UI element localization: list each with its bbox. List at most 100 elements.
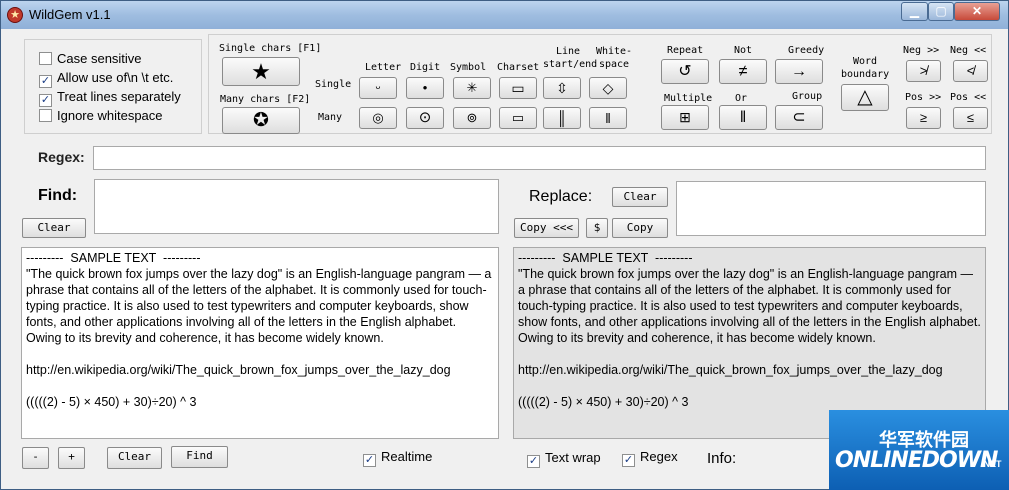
line-start-icon: ⇳ [556, 80, 568, 96]
watermark-en: ONLINEDOWN [835, 448, 998, 473]
line-end-button[interactable]: ║ [543, 107, 581, 129]
single-chars-button[interactable]: ★ [222, 57, 300, 86]
greedy-button[interactable]: → [775, 59, 823, 84]
col-label-charset: Charset [497, 62, 540, 73]
font-larger-button[interactable]: + [58, 447, 85, 469]
whitespaces-icon: ‖ [605, 110, 611, 126]
single-charset-button[interactable]: ▭ [499, 77, 537, 99]
group-button[interactable]: ⊂ [775, 105, 823, 130]
find-input[interactable] [94, 179, 499, 234]
symbol-icon: ✳ [466, 80, 478, 95]
line-end-icon: ║ [557, 110, 567, 126]
regex-input[interactable] [93, 146, 986, 170]
options-panel: Case sensitive ✓ Allow use of\n \t etc. ✓… [24, 39, 202, 134]
col-label-line: Line start/end [543, 46, 598, 70]
not-less-icon: ≮ [966, 63, 975, 78]
word-boundary-button[interactable]: △ [841, 84, 889, 111]
replace-input[interactable] [676, 181, 986, 236]
replace-label: Replace: [529, 188, 593, 205]
find-label: Find: [38, 187, 78, 204]
maximize-button[interactable]: ▢ [928, 2, 954, 21]
many-letter-button[interactable]: ◎ [359, 107, 397, 129]
find-clear-button[interactable]: Clear [22, 218, 86, 238]
textwrap-label: Text wrap [545, 450, 601, 465]
many-digit-button[interactable]: ⊙ [406, 107, 444, 129]
row-label-many: Many [318, 112, 343, 123]
word-boundary-label-2: boundary [841, 69, 890, 80]
replace-clear-button[interactable]: Clear [612, 187, 668, 207]
single-symbol-button[interactable]: ✳ [453, 77, 491, 99]
option-label: Case sensitive [57, 51, 142, 66]
star-icon: ★ [251, 59, 271, 84]
checkbox[interactable]: ✓ [39, 75, 52, 88]
charset-icon: ▭ [511, 80, 525, 96]
sample-text-area[interactable]: --------- SAMPLE TEXT --------- "The qui… [21, 247, 499, 439]
info-label: Info: [707, 450, 737, 467]
digit-icon: • [422, 80, 428, 95]
regex-label: Regex: [38, 149, 85, 165]
whitespace-icon: ◇ [602, 80, 614, 96]
lookbehind-pos-label: Pos << [950, 92, 987, 103]
repeat-button[interactable]: ↺ [661, 59, 709, 84]
font-smaller-button[interactable]: - [22, 447, 49, 469]
col-label-letter: Letter [365, 62, 402, 73]
title-bar: ★ WildGem v1.1 ▁ ▢ ✕ [1, 1, 1008, 29]
neg-lookbehind-button[interactable]: ≮ [953, 60, 988, 82]
neg-lookahead-button[interactable]: ≯ [906, 60, 941, 82]
single-chars-header: Single chars [F1] [219, 43, 322, 54]
option-case-sensitive[interactable]: Case sensitive [39, 51, 142, 67]
less-icon: ≤ [966, 110, 975, 125]
many-symbol-button[interactable]: ⊚ [453, 107, 491, 129]
bottom-clear-button[interactable]: Clear [107, 447, 162, 469]
letters-icon: ◎ [372, 110, 384, 125]
minimize-button[interactable]: ▁ [901, 2, 928, 21]
many-charset-button[interactable]: ▭ [499, 107, 537, 129]
copy-back-button[interactable]: Copy <<< [514, 218, 579, 238]
regex-toggle-label: Regex [640, 449, 678, 464]
bottom-find-button[interactable]: Find [171, 446, 228, 468]
or-button[interactable]: ‖ [719, 105, 767, 130]
checkbox[interactable]: ✓ [363, 454, 376, 467]
regex-toggle[interactable]: ✓ Regex [622, 449, 678, 467]
option-escapes[interactable]: ✓ Allow use of\n \t etc. [39, 70, 173, 88]
single-letter-button[interactable]: ᵕ [359, 77, 397, 99]
watermark-net: .NET [981, 459, 1002, 469]
copy-button[interactable]: Copy [612, 218, 668, 238]
watermark-logo: 华军软件园 ONLINEDOWN .NET [829, 410, 1009, 490]
window-title: WildGem v1.1 [29, 7, 111, 22]
checkbox[interactable]: ✓ [622, 454, 635, 467]
realtime-toggle[interactable]: ✓ Realtime [363, 449, 432, 467]
col-label-digit: Digit [410, 62, 441, 73]
many-chars-button[interactable]: ✪ [222, 107, 300, 134]
not-button[interactable]: ≠ [719, 59, 767, 84]
lookbehind-neg-label: Neg << [950, 45, 987, 56]
not-greater-icon: ≯ [919, 63, 928, 78]
dollar-button[interactable]: $ [586, 218, 608, 238]
checkbox[interactable] [39, 52, 52, 65]
charsets-icon: ▭ [511, 110, 525, 125]
single-digit-button[interactable]: • [406, 77, 444, 99]
op-label-group: Group [792, 91, 823, 102]
bracket-icon: ⊂ [792, 109, 806, 126]
option-lines-separately[interactable]: ✓ Treat lines separately [39, 89, 181, 107]
greater-icon: ≥ [919, 110, 928, 125]
textwrap-toggle[interactable]: ✓ Text wrap [527, 450, 601, 468]
option-ignore-whitespace[interactable]: Ignore whitespace [39, 108, 163, 124]
line-start-button[interactable]: ⇳ [543, 77, 581, 99]
pos-lookahead-button[interactable]: ≥ [906, 107, 941, 129]
col-label-symbol: Symbol [450, 62, 487, 73]
many-whitespace-button[interactable]: ‖ [589, 107, 627, 129]
grid-icon: ⊞ [679, 109, 691, 125]
multiple-button[interactable]: ⊞ [661, 105, 709, 130]
pos-lookbehind-button[interactable]: ≤ [953, 107, 988, 129]
close-button[interactable]: ✕ [954, 2, 1000, 21]
option-label: Ignore whitespace [57, 108, 163, 123]
single-whitespace-button[interactable]: ◇ [589, 77, 627, 99]
checkbox[interactable]: ✓ [527, 455, 540, 468]
tools-panel: Single chars [F1] ★ Many chars [F2] ✪ Si… [208, 34, 992, 134]
pipe-icon: ‖ [739, 109, 747, 126]
lookahead-neg-label: Neg >> [903, 45, 940, 56]
checkbox[interactable]: ✓ [39, 94, 52, 107]
word-boundary-label-1: Word [853, 56, 878, 67]
checkbox[interactable] [39, 109, 52, 122]
